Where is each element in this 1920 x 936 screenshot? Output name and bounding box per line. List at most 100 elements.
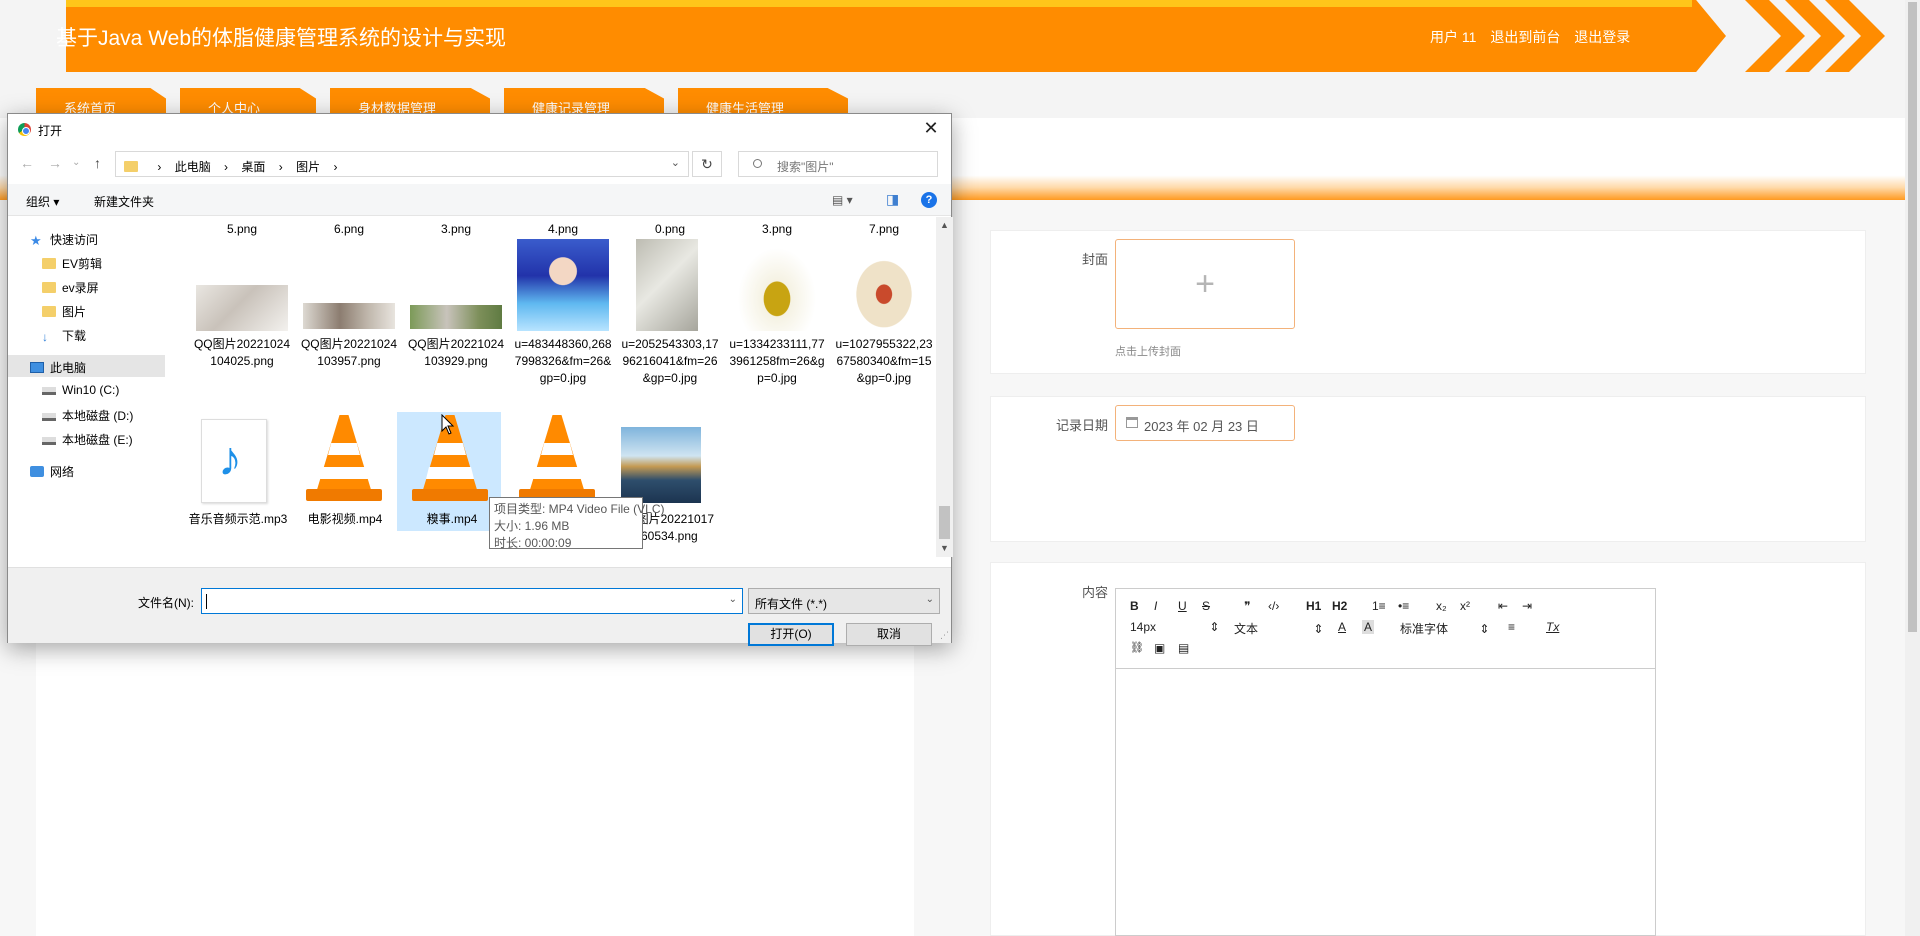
breadcrumb-pictures[interactable]: 图片 [296,160,320,174]
scroll-up-icon[interactable]: ▲ [936,217,953,234]
page-scrollbar[interactable] [1905,0,1920,936]
cat-image-thumbnail[interactable] [196,285,288,331]
folder-icon [42,282,56,293]
scroll-down-icon[interactable]: ▼ [936,540,953,557]
file-caption[interactable]: u=2052543303,1796216041&fm=26&gp=0.jpg [620,336,720,387]
bold-button[interactable]: B [1130,599,1139,613]
editor-toolbar: B I U S ❞ ‹/› H1 H2 1≡ •≡ x₂ x² ⇤ ⇥ 14px… [1116,589,1655,669]
audio-file-icon[interactable]: ♪ [201,419,267,503]
file-list-scrollbar[interactable]: ▲ ▼ [936,217,953,557]
forward-button[interactable]: → [48,155,62,171]
tree-item-pictures[interactable]: 图片 [8,299,165,321]
file-caption[interactable]: u=1027955322,2367580340&fm=15&gp=0.jpg [834,336,934,387]
file-caption[interactable]: 6.png [299,221,399,238]
font-size-select[interactable]: 14px ⇕ [1130,620,1219,634]
filename-input[interactable]: ⌄ [201,588,743,614]
superscript-button[interactable]: x² [1460,599,1470,613]
text-type-select[interactable]: 文本 ⇕ [1234,620,1323,637]
landscape-image-thumbnail[interactable] [621,427,701,503]
font-color-button[interactable]: A [1338,620,1346,634]
view-options-button[interactable]: ▤ ▾ [832,193,853,207]
cancel-button[interactable]: 取消 [846,623,932,646]
file-caption[interactable]: 0.png [620,221,720,238]
background-color-button[interactable]: A [1362,620,1375,634]
align-button[interactable]: ≡ [1508,620,1515,634]
recent-locations-button[interactable]: ⌄ [72,157,80,168]
file-caption[interactable]: 4.png [513,221,613,238]
indent-more-button[interactable]: ⇥ [1522,599,1532,613]
code-block-button[interactable]: ‹/› [1268,599,1279,613]
tree-item-ev-edit[interactable]: EV剪辑 [8,251,165,273]
file-caption[interactable]: 音乐音频示范.mp3 [188,511,288,528]
file-caption[interactable]: 3.png [727,221,827,238]
file-caption[interactable]: QQ图片20221024103957.png [299,336,399,370]
filetype-select[interactable]: 所有文件 (*.*) ⌄ [748,588,940,614]
logout-link[interactable]: 退出登录 [1574,29,1630,45]
file-caption[interactable]: u=483448360,2687998326&fm=26&gp=0.jpg [513,336,613,387]
dialog-close-button[interactable]: ✕ [911,114,951,144]
address-bar[interactable]: › 此电脑 › 桌面 › 图片 › ⌄ [115,151,689,177]
file-caption[interactable]: QQ图片20221024103929.png [406,336,506,370]
breadcrumb-desktop[interactable]: 桌面 [241,160,265,174]
image-button[interactable]: ▣ [1154,641,1165,655]
back-button[interactable]: ← [20,155,34,171]
search-icon [753,159,762,168]
vlc-cone-icon[interactable] [515,415,599,503]
tree-item-drive-e[interactable]: 本地磁盘 (E:) [8,427,165,449]
tree-item-this-pc[interactable]: 此电脑 [8,355,165,377]
exit-to-front-link[interactable]: 退出到前台 [1490,29,1560,45]
cat-image-thumbnail[interactable] [303,303,395,329]
link-button[interactable]: ⛓ [1130,641,1144,654]
tree-item-drive-d[interactable]: 本地磁盘 (D:) [8,403,165,425]
preview-pane-button[interactable]: ◨ [886,191,899,208]
strike-button[interactable]: S [1202,599,1210,613]
dialog-footer: 文件名(N): ⌄ 所有文件 (*.*) ⌄ 打开(O) 取消 ⋰ [8,567,951,646]
resize-grip-icon[interactable]: ⋰ [940,630,949,641]
vlc-cone-icon[interactable] [302,415,386,503]
ordered-list-button[interactable]: 1≡ [1372,599,1386,613]
tree-item-network[interactable]: 网络 [8,459,165,481]
clear-format-button[interactable]: Tx [1546,620,1559,634]
text-type-value: 文本 [1234,622,1259,636]
file-caption[interactable]: 糗事.mp4 [402,511,502,528]
tree-item-ev-record[interactable]: ev录屏 [8,275,165,297]
open-button[interactable]: 打开(O) [748,623,834,646]
indent-less-button[interactable]: ⇤ [1498,599,1508,613]
breadcrumb-this-pc[interactable]: 此电脑 [175,160,211,174]
heading2-button[interactable]: H2 [1332,599,1347,613]
record-date-picker[interactable]: 2023 年 02 月 23 日 [1115,405,1295,441]
cover-upload-button[interactable]: + [1115,239,1295,329]
file-caption[interactable]: 电影视频.mp4 [295,511,395,528]
organize-button[interactable]: 组织 ▾ [26,193,59,210]
file-caption[interactable]: 3.png [406,221,506,238]
file-list-scroll-thumb[interactable] [939,506,950,539]
bullet-list-button[interactable]: •≡ [1398,599,1409,613]
tree-item-drive-c[interactable]: Win10 (C:) [8,379,165,401]
tree-item-quick-access[interactable]: ★ 快速访问 [8,227,165,249]
file-caption[interactable]: QQ图片20221024104025.png [192,336,292,370]
search-input[interactable]: 搜索"图片" [738,151,938,177]
subscript-button[interactable]: x₂ [1436,599,1447,613]
cat-image-thumbnail[interactable] [410,305,502,329]
italic-button[interactable]: I [1154,599,1157,613]
file-caption[interactable]: 7.png [834,221,934,238]
chevron-down-icon[interactable]: ⌄ [671,156,680,169]
heading1-button[interactable]: H1 [1306,599,1321,613]
tree-item-downloads[interactable]: ↓ 下载 [8,323,165,345]
page-scrollbar-thumb[interactable] [1908,2,1917,632]
oil-bottle-image-thumbnail[interactable] [731,239,823,331]
help-button[interactable]: ? [921,192,937,208]
sneaker-image-thumbnail[interactable] [636,239,698,331]
new-folder-button[interactable]: 新建文件夹 [94,193,154,210]
font-family-select[interactable]: 标准字体 ⇕ [1400,620,1489,637]
up-folder-button[interactable]: ↑ [94,155,101,171]
anime-image-thumbnail[interactable] [517,239,609,331]
chevron-down-icon[interactable]: ⌄ [729,594,737,605]
video-button[interactable]: ▤ [1178,641,1189,655]
file-caption[interactable]: u=1334233111,773961258fm=26&gp=0.jpg [727,336,827,387]
blockquote-button[interactable]: ❞ [1244,599,1250,613]
file-caption[interactable]: 5.png [192,221,292,238]
tote-bag-image-thumbnail[interactable] [838,239,930,331]
underline-button[interactable]: U [1178,599,1187,613]
refresh-button[interactable]: ↻ [692,151,722,177]
